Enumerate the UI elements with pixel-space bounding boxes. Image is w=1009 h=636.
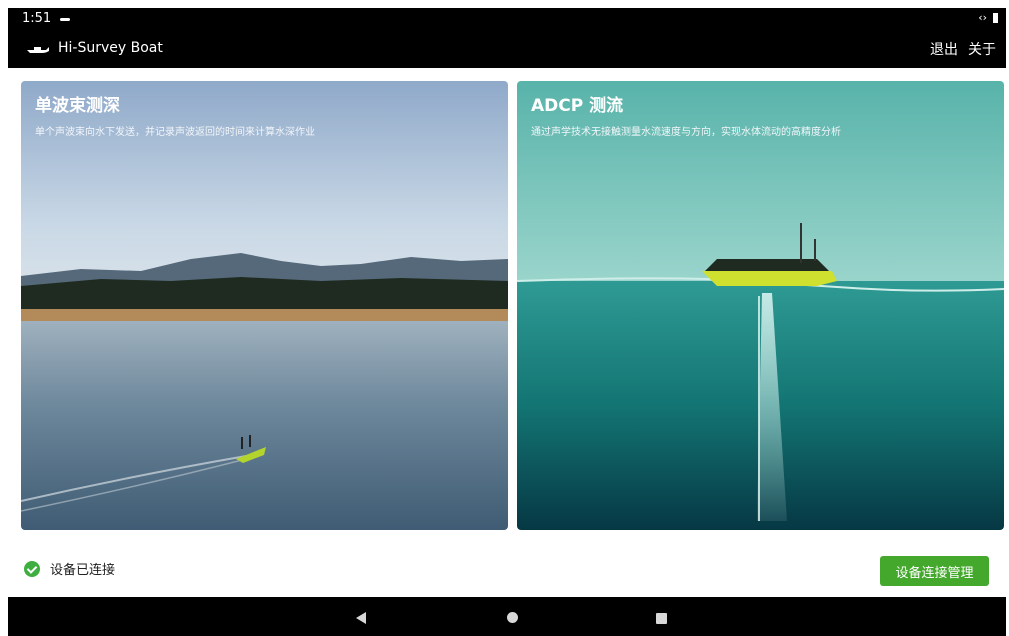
app-bar: Hi-Survey Boat 退出 关于 (8, 30, 1006, 68)
lake-boat-image (21, 81, 508, 530)
back-icon[interactable] (356, 612, 366, 624)
battery-icon (993, 12, 998, 23)
exit-button[interactable]: 退出 (930, 39, 958, 59)
card-title: ADCP 测流 (531, 96, 624, 116)
notification-icon (60, 18, 70, 21)
navigation-bar (8, 597, 1006, 636)
device-connection-manage-button[interactable]: 设备连接管理 (880, 556, 989, 586)
connection-status-text: 设备已连接 (50, 563, 116, 578)
status-indicators: ‹› (978, 11, 998, 24)
data-sync-icon: ‹› (978, 11, 987, 24)
card-description: 单个声波束向水下发送，并记录声波返回的时间来计算水深作业 (35, 127, 315, 138)
status-time: 1:51 (22, 11, 52, 26)
single-beam-card[interactable]: 单波束测深 单个声波束向水下发送，并记录声波返回的时间来计算水深作业 (21, 81, 508, 530)
card-title: 单波束测深 (35, 96, 120, 116)
about-button[interactable]: 关于 (968, 39, 996, 59)
adcp-card[interactable]: ADCP 测流 通过声学技术无接触测量水流速度与方向，实现水体流动的高精度分析 (517, 81, 1004, 530)
app-title: Hi-Survey Boat (58, 40, 163, 56)
connection-status: 设备已连接 (24, 559, 115, 578)
check-circle-icon (24, 560, 40, 577)
home-icon[interactable] (507, 612, 518, 623)
app-actions: 退出 关于 (930, 39, 996, 59)
recent-apps-icon[interactable] (656, 613, 667, 624)
status-bar: 1:51 ‹› (8, 8, 1006, 30)
adcp-boat-image (517, 81, 1004, 530)
card-description: 通过声学技术无接触测量水流速度与方向，实现水体流动的高精度分析 (531, 127, 841, 138)
boat-icon (27, 47, 49, 53)
